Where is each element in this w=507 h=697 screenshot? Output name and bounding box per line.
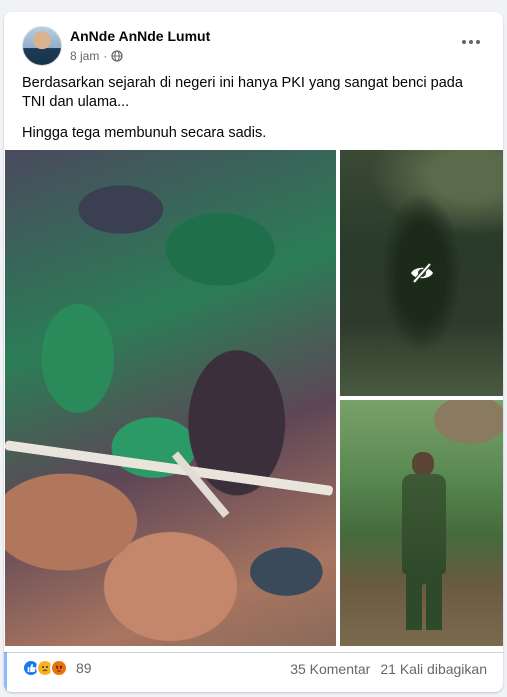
post-time[interactable]: 8 jam bbox=[70, 49, 99, 63]
meta-separator: · bbox=[103, 49, 108, 63]
post-text: Berdasarkan sejarah di negeri ini hanya … bbox=[22, 74, 487, 155]
photo-blurred[interactable] bbox=[340, 150, 503, 396]
photo-detail bbox=[5, 440, 334, 497]
photo-bottom[interactable] bbox=[340, 400, 503, 646]
post-footer: 89 35 Komentar 21 Kali dibagikan bbox=[4, 657, 503, 687]
post-paragraph-2: Hingga tega membunuh secara sadis. bbox=[22, 125, 267, 141]
photo-detail bbox=[406, 570, 442, 630]
reaction-count: 89 bbox=[76, 660, 92, 676]
post-card: AnNde AnNde Lumut 8 jam · Berdasarkan se… bbox=[4, 12, 503, 692]
eye-slash-icon[interactable] bbox=[409, 260, 435, 286]
media-grid bbox=[4, 150, 503, 646]
photo-main[interactable] bbox=[5, 150, 336, 646]
author-avatar[interactable] bbox=[22, 26, 62, 66]
angry-icon bbox=[50, 659, 68, 677]
post-paragraph-1: Berdasarkan sejarah di negeri ini hanya … bbox=[22, 75, 463, 110]
footer-divider bbox=[4, 652, 503, 653]
post-meta: 8 jam · bbox=[70, 49, 123, 63]
photo-detail bbox=[171, 451, 230, 518]
reactions-summary[interactable]: 89 bbox=[22, 659, 92, 677]
author-name[interactable]: AnNde AnNde Lumut bbox=[70, 28, 210, 44]
post-stats: 35 Komentar 21 Kali dibagikan bbox=[290, 661, 487, 677]
globe-icon bbox=[111, 50, 123, 62]
photo-detail bbox=[412, 452, 434, 476]
more-options-icon[interactable] bbox=[457, 34, 485, 50]
shares-link[interactable]: 21 Kali dibagikan bbox=[380, 661, 487, 677]
comments-link[interactable]: 35 Komentar bbox=[290, 661, 370, 677]
post-header: AnNde AnNde Lumut 8 jam · bbox=[4, 12, 503, 72]
photo-detail bbox=[402, 474, 446, 574]
